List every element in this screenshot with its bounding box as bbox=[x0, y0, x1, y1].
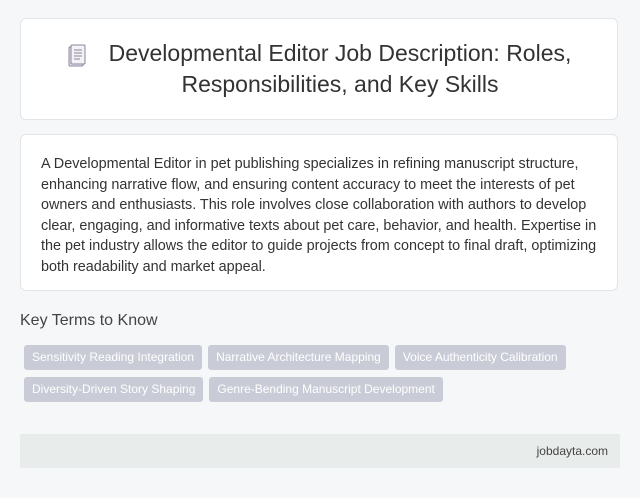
key-terms-heading: Key Terms to Know bbox=[20, 312, 158, 329]
tag-voice-authenticity[interactable]: Voice Authenticity Calibration bbox=[394, 345, 566, 370]
tag-row: Diversity-Driven Story Shaping Genre-Ben… bbox=[24, 377, 624, 402]
tag-row: Sensitivity Reading Integration Narrativ… bbox=[24, 345, 624, 370]
page-title-line-1: Developmental Editor Job Description: Ro… bbox=[108, 40, 572, 66]
title-wrap: Developmental Editor Job Description: Ro… bbox=[21, 38, 617, 100]
key-terms-tags: Sensitivity Reading Integration Narrativ… bbox=[24, 345, 624, 409]
footer-brand[interactable]: jobdayta.com bbox=[537, 444, 608, 458]
title-card: Developmental Editor Job Description: Ro… bbox=[20, 18, 618, 120]
tag-genre-bending[interactable]: Genre-Bending Manuscript Development bbox=[209, 377, 443, 402]
page-title-line-2: Responsibilities, and Key Skills bbox=[181, 71, 499, 97]
document-icon bbox=[67, 44, 87, 70]
description-card: A Developmental Editor in pet publishing… bbox=[20, 134, 618, 291]
tag-narrative-architecture[interactable]: Narrative Architecture Mapping bbox=[208, 345, 389, 370]
footer: jobdayta.com bbox=[20, 434, 620, 468]
tag-sensitivity-reading[interactable]: Sensitivity Reading Integration bbox=[24, 345, 203, 370]
page-title: Developmental Editor Job Description: Ro… bbox=[109, 38, 572, 100]
tag-diversity-driven[interactable]: Diversity-Driven Story Shaping bbox=[24, 377, 204, 402]
description-text: A Developmental Editor in pet publishing… bbox=[41, 156, 597, 275]
